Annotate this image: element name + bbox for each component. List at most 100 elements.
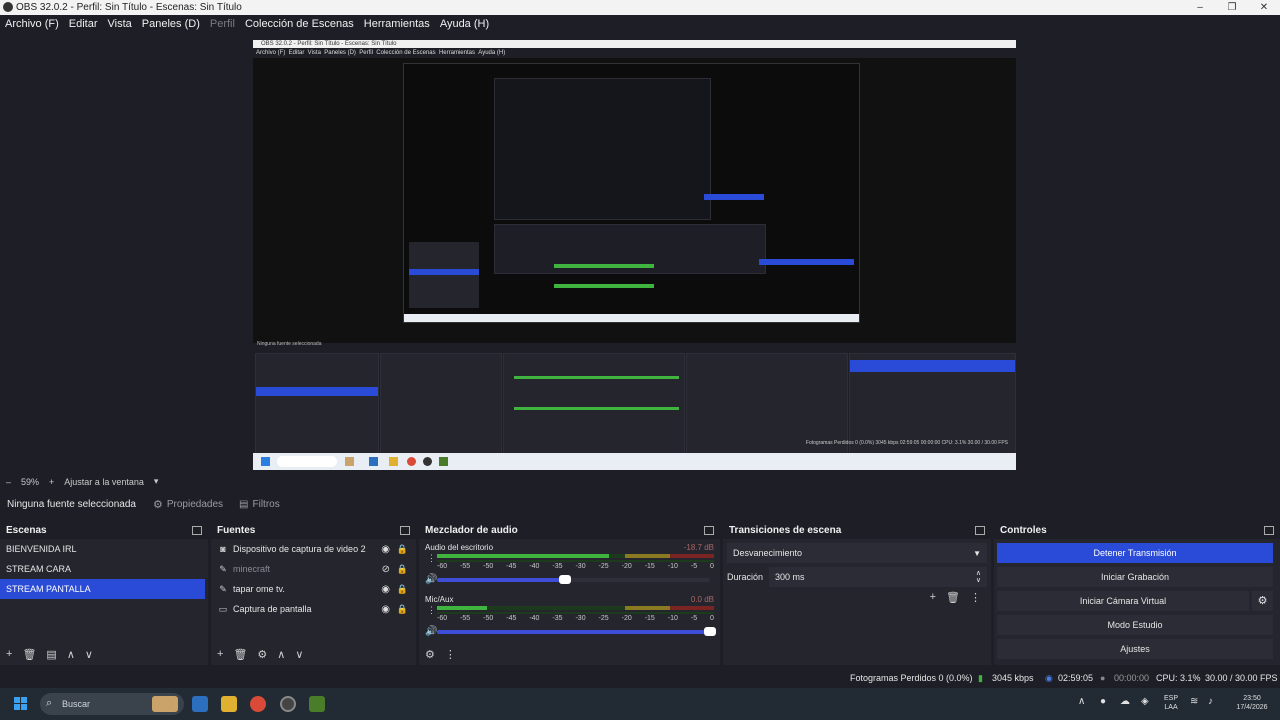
meter-tick-label: -30 <box>575 563 586 570</box>
eye-icon[interactable]: ◉ <box>381 544 390 555</box>
menu-item-5[interactable]: Colección de Escenas <box>240 15 359 33</box>
trash-icon[interactable]: 🗑 <box>946 591 960 604</box>
up-icon[interactable]: ∧ <box>277 648 285 661</box>
down-icon[interactable]: ∨ <box>295 648 303 661</box>
zoom-in-button[interactable]: + <box>49 477 54 487</box>
meter-tick-label: -10 <box>667 615 678 622</box>
dock-maximize-icon[interactable] <box>704 525 714 535</box>
virtual-camera-settings-gear-icon[interactable]: ⚙ <box>1252 591 1273 611</box>
menu-dots-icon[interactable]: ⋮ <box>427 605 436 616</box>
trash-icon[interactable]: 🗑 <box>22 648 36 661</box>
meter-tick-label: -45 <box>506 615 517 622</box>
volume-knob[interactable] <box>704 627 716 636</box>
scene-item[interactable]: BIENVENIDA IRL <box>0 539 208 559</box>
source-item[interactable]: ✎ tapar ome tv. ◉ 🔒 <box>211 579 416 599</box>
volume-slider[interactable] <box>437 627 716 636</box>
scene-item[interactable]: STREAM CARA <box>0 559 208 579</box>
filter-icon[interactable]: ▤ <box>46 648 56 661</box>
menu-item-4[interactable]: Perfil <box>205 15 240 33</box>
menu-item-0[interactable]: Archivo (F) <box>0 15 64 33</box>
dock-maximize-icon[interactable] <box>192 525 202 535</box>
stop-streaming-button[interactable]: Detener Transmisión <box>997 543 1273 563</box>
advanced-audio-icon[interactable]: ⚙ <box>425 648 435 661</box>
menu-item-7[interactable]: Ayuda (H) <box>435 15 494 33</box>
menu-dots-icon[interactable]: ⋮ <box>445 648 456 661</box>
speaker-icon[interactable]: 🔊 <box>425 574 437 585</box>
meter-tick-label: -20 <box>621 615 632 622</box>
zoom-out-button[interactable]: – <box>6 477 11 487</box>
start-recording-button[interactable]: Iniciar Grabación <box>997 567 1273 587</box>
transition-selected-label: Desvanecimiento <box>733 548 803 558</box>
language-indicator[interactable]: ESP LAA <box>1164 694 1178 712</box>
trash-icon[interactable]: 🗑 <box>233 648 247 661</box>
start-virtual-camera-button[interactable]: Iniciar Cámara Virtual <box>997 591 1249 611</box>
meter-tick-label: -40 <box>529 563 540 570</box>
audio-meter-2 <box>437 612 714 614</box>
zoom-dropdown-chevron-icon[interactable]: ▾ <box>154 476 159 487</box>
taskbar-search[interactable]: ⌕ Buscar <box>40 693 184 715</box>
zoom-value: 59% <box>21 476 40 487</box>
dock-maximize-icon[interactable] <box>975 525 985 535</box>
scenes-list: BIENVENIDA IRL STREAM CARA STREAM PANTALLA… <box>0 539 208 665</box>
stream-preview[interactable]: OBS 32.0.2 - Perfil: Sin Título - Escena… <box>253 40 1016 470</box>
dock-maximize-icon[interactable] <box>1264 525 1274 535</box>
add-icon[interactable]: + <box>6 648 12 660</box>
bitrate: 3045 kbps <box>992 673 1034 683</box>
speaker-icon[interactable]: 🔊 <box>425 626 437 637</box>
transitions-dock: Transiciones de escena Desvanecimiento ▼… <box>723 521 991 665</box>
menu-item-3[interactable]: Paneles (D) <box>137 15 205 33</box>
tray-security-icon[interactable]: ◈ <box>1141 697 1149 707</box>
volume-icon[interactable]: ♪ <box>1208 697 1213 707</box>
clock[interactable]: 23:50 17/4/2026 <box>1228 694 1276 712</box>
up-icon[interactable]: ∧ <box>67 648 75 661</box>
duration-spinbox[interactable]: 300 ms ∧ ∨ <box>769 567 987 587</box>
windows-start-icon[interactable] <box>14 697 28 711</box>
spin-arrows-icon[interactable]: ∧ ∨ <box>976 570 981 584</box>
task-view-icon[interactable] <box>192 696 208 712</box>
volume-knob[interactable] <box>559 575 572 584</box>
chrome-icon[interactable] <box>250 696 266 712</box>
maximize-button[interactable]: ❐ <box>1216 0 1248 15</box>
lock-icon[interactable]: 🔒 <box>397 544 408 555</box>
down-icon[interactable]: ∨ <box>85 648 93 661</box>
scene-item[interactable]: STREAM PANTALLA <box>0 579 205 599</box>
properties-button[interactable]: ⚙ Propiedades <box>145 495 231 515</box>
gear-icon[interactable]: ⚙ <box>257 648 267 661</box>
lock-icon[interactable]: 🔒 <box>397 604 408 615</box>
clock-date: 17/4/2026 <box>1236 704 1268 711</box>
source-item[interactable]: ▭ Captura de pantalla ◉ 🔒 <box>211 599 416 619</box>
menu-dots-icon[interactable]: ⋮ <box>427 553 436 564</box>
volume-slider[interactable] <box>437 575 710 584</box>
wifi-icon[interactable]: ≋ <box>1190 697 1198 707</box>
file-explorer-icon[interactable] <box>221 696 237 712</box>
studio-mode-button[interactable]: Modo Estudio <box>997 615 1273 635</box>
tray-chevron-icon[interactable]: ∧ <box>1078 697 1085 707</box>
eye-icon[interactable]: ◉ <box>381 604 390 615</box>
eye-icon[interactable]: ◉ <box>381 584 390 595</box>
add-icon[interactable]: + <box>217 648 223 660</box>
lock-icon[interactable]: 🔒 <box>397 564 408 575</box>
settings-button[interactable]: Ajustes <box>997 639 1273 659</box>
preview-nested-status: Fotogramas Perdidos 0 (0.0%) 3045 kbps 0… <box>805 440 1008 446</box>
source-item[interactable]: ✎ minecraft ⊘ 🔒 <box>211 559 416 579</box>
transition-select[interactable]: Desvanecimiento ▼ <box>727 543 987 563</box>
menu-item-6[interactable]: Herramientas <box>359 15 435 33</box>
menu-item-1[interactable]: Editar <box>64 15 103 33</box>
eye-off-icon[interactable]: ⊘ <box>382 564 390 575</box>
dock-maximize-icon[interactable] <box>400 525 410 535</box>
menu-item-2[interactable]: Vista <box>103 15 137 33</box>
lock-icon[interactable]: 🔒 <box>397 584 408 595</box>
obs-taskbar-icon[interactable] <box>280 696 296 712</box>
minecraft-icon[interactable] <box>309 696 325 712</box>
filters-button[interactable]: ▤ Filtros <box>231 495 288 515</box>
minimize-button[interactable]: – <box>1184 0 1216 15</box>
preview-area[interactable]: OBS 32.0.2 - Perfil: Sin Título - Escena… <box>0 33 1280 473</box>
add-icon[interactable]: + <box>930 591 936 604</box>
meter-red-zone <box>669 606 714 610</box>
menu-dots-icon[interactable]: ⋮ <box>970 591 981 604</box>
stream-time: 02:59:05 <box>1058 673 1094 683</box>
tray-app-icon[interactable]: ● <box>1100 697 1106 707</box>
close-button[interactable]: ✕ <box>1248 0 1280 15</box>
tray-cloud-icon[interactable]: ☁ <box>1120 697 1130 707</box>
source-item[interactable]: ◙ Dispositivo de captura de video 2 ◉ 🔒 <box>211 539 416 559</box>
